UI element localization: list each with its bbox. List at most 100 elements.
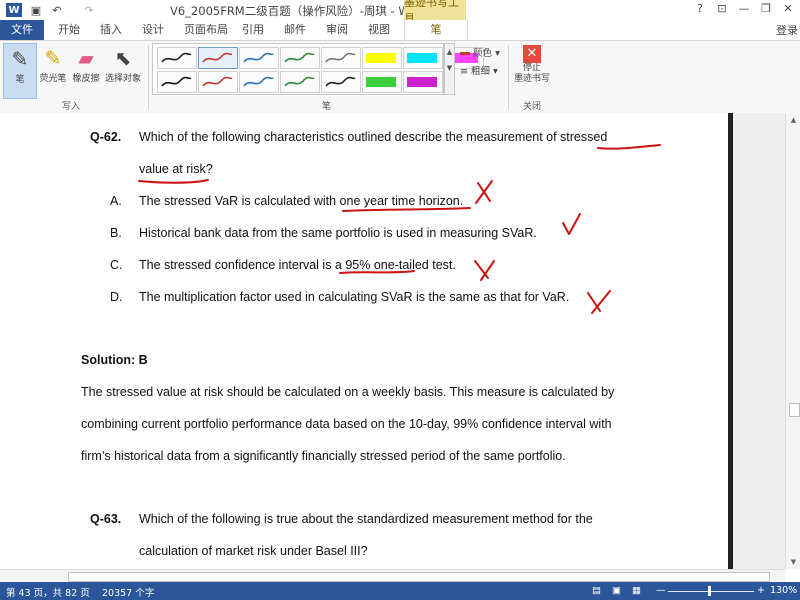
ink-underline-one-year — [342, 207, 471, 212]
pen-gallery-scroll[interactable]: ▲ ▼ — [444, 43, 455, 95]
weight-icon: ≡ — [460, 66, 468, 77]
pen-swatch[interactable] — [280, 47, 320, 69]
word-count[interactable]: 20357 个字 — [102, 585, 154, 599]
zoom-slider-thumb[interactable] — [708, 586, 711, 596]
scroll-up-icon[interactable]: ▲ — [786, 113, 800, 127]
document-page[interactable]: Q-62. Which of the following characteris… — [0, 113, 738, 569]
save-icon[interactable]: ▣ — [30, 2, 42, 18]
select-icon: ⬉ — [114, 46, 132, 70]
zoom-out-button[interactable]: — — [656, 585, 666, 596]
zoom-in-button[interactable]: + — [757, 585, 765, 596]
question-text-line1: Which of the following is true about the… — [139, 512, 593, 526]
zoom-level[interactable]: 130% — [770, 585, 797, 596]
ink-cross-a — [475, 180, 493, 204]
pen-swatch[interactable] — [362, 71, 402, 93]
pen-swatch[interactable] — [198, 47, 238, 69]
word-app-icon[interactable]: W — [6, 3, 22, 17]
pen-swatch[interactable] — [157, 47, 197, 69]
tab-review[interactable]: 审阅 — [326, 20, 348, 40]
sign-in-link[interactable]: 登录 — [776, 22, 798, 38]
redo-icon[interactable]: ↷ — [82, 2, 96, 18]
pen-swatch[interactable] — [403, 47, 443, 69]
help-button[interactable]: ? — [690, 2, 710, 18]
solution-line: firm’s historical data from a significan… — [81, 449, 566, 463]
pen-gallery[interactable] — [152, 43, 484, 95]
pen-swatch[interactable] — [403, 71, 443, 93]
question-number: Q-63. — [90, 512, 122, 526]
pen-swatch[interactable] — [198, 71, 238, 93]
horizontal-scrollbar[interactable] — [0, 569, 785, 583]
pen-swatch[interactable] — [239, 47, 279, 69]
vertical-scrollbar[interactable]: ▲ ▼ — [785, 113, 800, 569]
option-text: The stressed confidence interval is a 95… — [139, 258, 456, 272]
zoom-slider[interactable] — [668, 591, 754, 592]
pen-color-label: 颜色 — [473, 48, 493, 59]
close-button[interactable]: ✕ — [778, 2, 798, 18]
pen-swatch[interactable] — [280, 71, 320, 93]
solution-line: The stressed value at risk should be cal… — [81, 385, 615, 399]
pen-tool-label: 笔 — [15, 75, 25, 85]
tab-layout[interactable]: 页面布局 — [184, 20, 228, 40]
undo-icon[interactable]: ↶ — [50, 2, 64, 18]
ink-annotations — [138, 144, 661, 314]
window-title: V6_2005FRM二级百题（操作风险）-周琪 - Word — [170, 4, 428, 18]
horizontal-scroll-thumb[interactable] — [68, 572, 770, 582]
option-letter: A. — [110, 194, 122, 208]
ink-tools-context-label: 墨迹书写工具 — [404, 0, 466, 25]
tab-references[interactable]: 引用 — [242, 20, 264, 40]
print-layout-icon[interactable]: ▣ — [612, 585, 621, 596]
tab-file[interactable]: 文件 — [0, 20, 44, 40]
eraser-tool-button[interactable]: ▰ 橡皮擦 — [70, 43, 102, 97]
solution-title: Solution: B — [81, 353, 148, 367]
page-count[interactable]: 第 43 页，共 82 页 — [6, 585, 90, 599]
option-letter: D. — [110, 290, 123, 304]
question-number: Q-62. — [90, 130, 122, 144]
pen-icon: ✎ — [11, 47, 29, 71]
option-letter: C. — [110, 258, 123, 272]
solution-line: combining current portfolio performance … — [81, 417, 612, 431]
close-group-label: 关闭 — [523, 102, 542, 112]
minimize-button[interactable]: — — [734, 2, 754, 18]
tab-pen[interactable]: 笔 — [404, 20, 468, 40]
pen-swatch[interactable] — [321, 71, 361, 93]
stop-inking-label: 停止 墨迹书写 — [513, 63, 550, 84]
write-group-label: 写入 — [62, 102, 81, 112]
restore-button[interactable]: ❐ — [756, 2, 776, 18]
highlighter-tool-label: 荧光笔 — [39, 74, 67, 84]
scroll-down-icon[interactable]: ▼ — [786, 555, 800, 569]
pen-tool-button[interactable]: ✎ 笔 — [3, 43, 37, 99]
pen-swatch[interactable] — [321, 47, 361, 69]
question-text-line2: value at risk? — [139, 162, 213, 176]
tab-mailings[interactable]: 邮件 — [284, 20, 306, 40]
tab-view[interactable]: 视图 — [368, 20, 390, 40]
read-mode-icon[interactable]: ▤ — [592, 585, 601, 596]
pen-color-dropdown[interactable]: 颜色 ▾ — [460, 45, 500, 59]
eraser-icon: ▰ — [78, 46, 94, 70]
tab-home[interactable]: 开始 — [58, 20, 80, 40]
group-divider — [508, 45, 509, 109]
ribbon-display-options-button[interactable]: ⊡ — [712, 2, 732, 18]
title-bar: W ▣ ↶ ↷ V6_2005FRM二级百题（操作风险）-周琪 - Word 墨… — [0, 0, 800, 25]
ink-check-b — [562, 213, 581, 235]
pens-group-label: 笔 — [322, 102, 332, 112]
tab-design[interactable]: 设计 — [142, 20, 164, 40]
highlighter-icon: ✎ — [44, 46, 62, 70]
ink-underline-stressed — [597, 144, 661, 150]
highlighter-tool-button[interactable]: ✎ 荧光笔 — [36, 43, 70, 97]
ink-underline-value-at-risk — [138, 179, 209, 184]
tab-insert[interactable]: 插入 — [100, 20, 122, 40]
select-objects-button[interactable]: ⬉ 选择对象 — [102, 43, 144, 97]
option-text: Historical bank data from the same portf… — [139, 226, 537, 240]
color-swatch-icon — [460, 52, 470, 55]
stop-inking-button[interactable]: ✕ 停止 墨迹书写 — [510, 43, 554, 97]
select-objects-label: 选择对象 — [104, 74, 141, 84]
pen-swatch[interactable] — [362, 47, 402, 69]
pen-weight-dropdown[interactable]: ≡ 粗细 ▾ — [460, 63, 498, 77]
pen-swatch[interactable] — [239, 71, 279, 93]
pen-weight-label: 粗细 — [471, 66, 491, 77]
option-text: The multiplication factor used in calcul… — [139, 290, 570, 304]
pen-swatch[interactable] — [157, 71, 197, 93]
web-layout-icon[interactable]: ▦ — [632, 585, 641, 596]
vertical-scroll-thumb[interactable] — [789, 403, 800, 417]
ink-cross-d — [587, 290, 611, 314]
